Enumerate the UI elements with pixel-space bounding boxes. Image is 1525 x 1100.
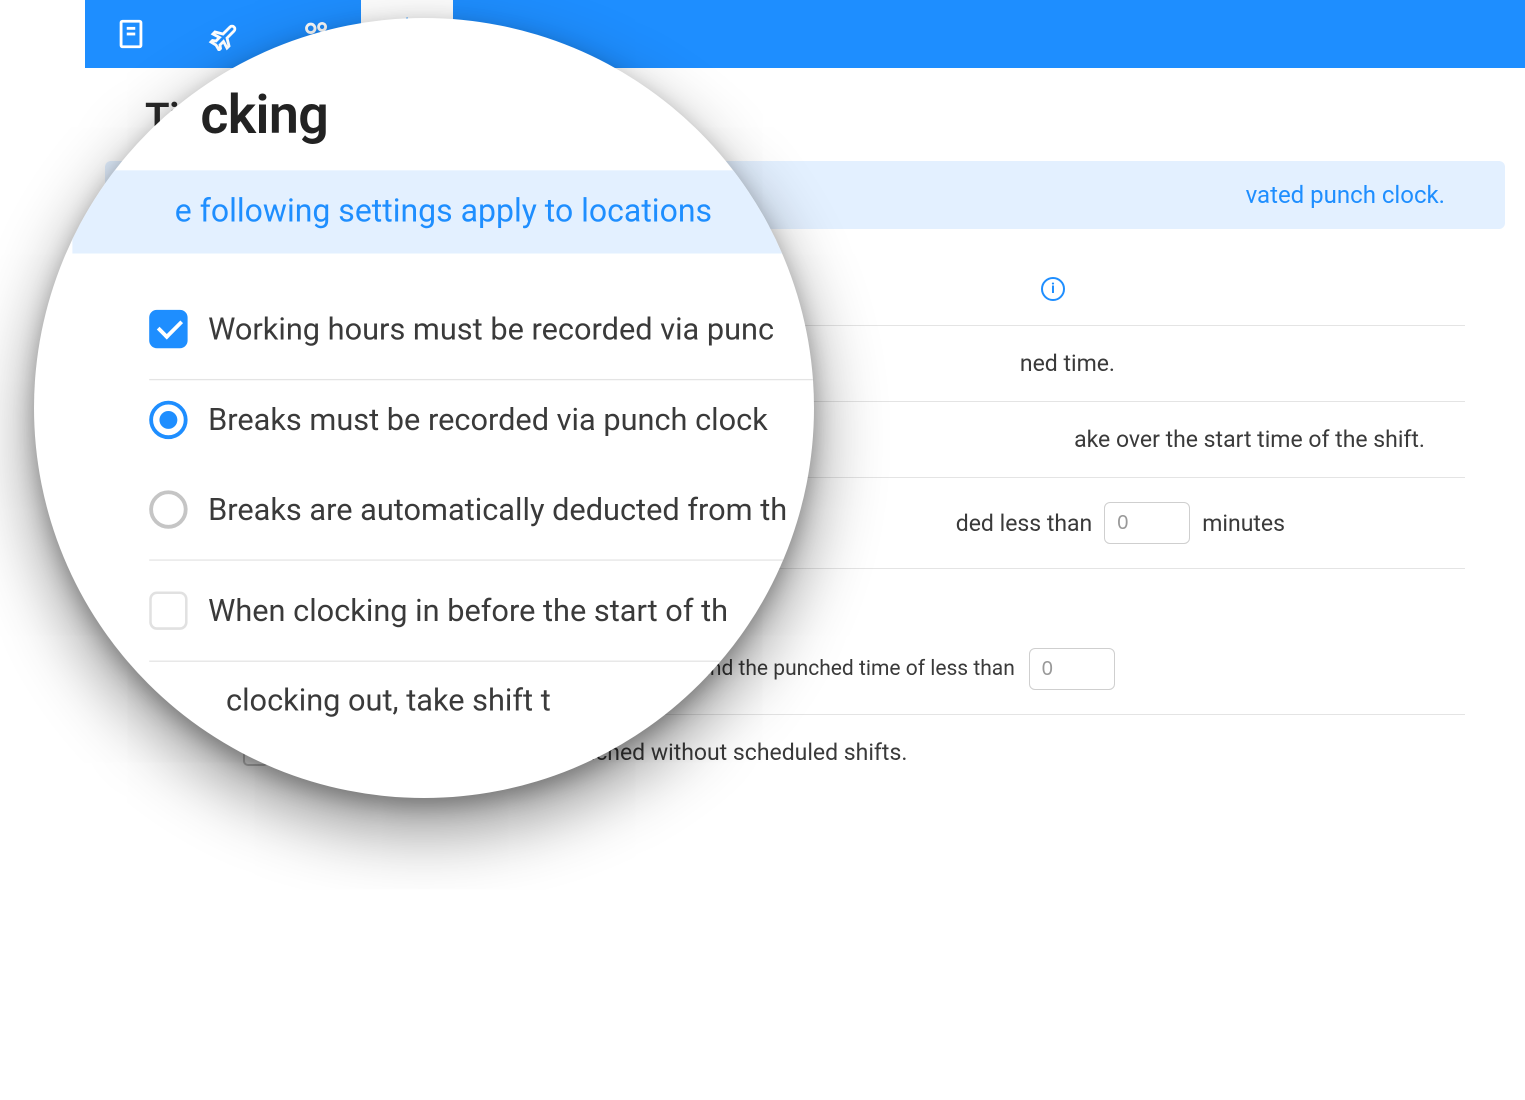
lens-page-title: cking bbox=[72, 44, 814, 171]
lens-option-clock-out: clocking out, take shift t bbox=[149, 662, 814, 739]
option-label: Breaks must be recorded via punch clock bbox=[208, 402, 768, 438]
lens-info-banner: e following settings apply to locations bbox=[72, 170, 814, 253]
magnifier-lens: cking e following settings apply to loca… bbox=[34, 18, 814, 798]
minutes-input[interactable] bbox=[1104, 502, 1190, 544]
option-label: When clocking in before the start of th bbox=[208, 593, 728, 629]
lens-option-breaks-deducted: Breaks are automatically deducted from t… bbox=[149, 460, 814, 561]
difference-minutes-input[interactable] bbox=[1029, 648, 1115, 690]
lens-option-working-hours: Working hours must be recorded via punc bbox=[149, 279, 814, 380]
breaks-recorded-radio[interactable] bbox=[149, 401, 187, 439]
info-icon[interactable]: i bbox=[1041, 277, 1065, 301]
lens-option-breaks-recorded: Breaks must be recorded via punch clock bbox=[149, 380, 814, 459]
info-banner-trailing: vated punch clock. bbox=[1246, 181, 1445, 209]
option-label-trailing: ded less than bbox=[956, 510, 1092, 537]
option-label: Working hours must be recorded via punc bbox=[208, 311, 774, 347]
clock-in-before-checkbox[interactable] bbox=[149, 591, 187, 629]
minutes-suffix: minutes bbox=[1202, 510, 1285, 537]
lens-option-clock-in-before: When clocking in before the start of th bbox=[149, 561, 814, 662]
option-label-trailing: ned time. bbox=[1020, 350, 1115, 377]
option-label-trailing: ake over the start time of the shift. bbox=[1074, 426, 1425, 453]
breaks-deducted-radio[interactable] bbox=[149, 490, 187, 528]
option-label: clocking out, take shift t bbox=[226, 682, 551, 718]
option-label: Breaks are automatically deducted from t… bbox=[208, 492, 787, 528]
working-hours-checkbox[interactable] bbox=[149, 310, 187, 348]
